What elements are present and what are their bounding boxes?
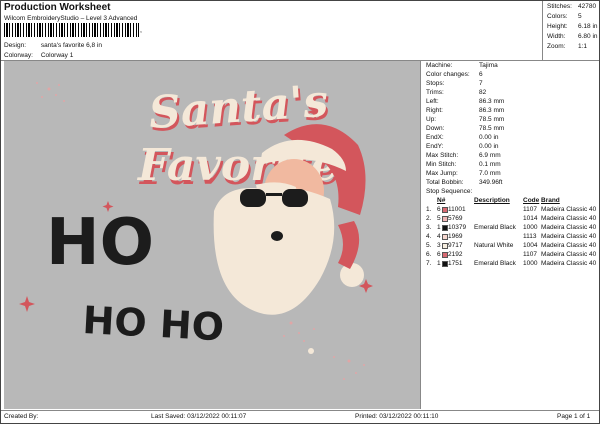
stitch-count: 2192 xyxy=(448,251,463,258)
thread-description: Emerald Black xyxy=(474,224,516,231)
thread-color-swatch xyxy=(442,243,448,249)
thread-color-swatch xyxy=(442,207,448,213)
info-total-bobbin: Total Bobbin: 349.96ft xyxy=(426,179,503,186)
thread-code: 1000 xyxy=(523,224,538,231)
stop-index: 7. xyxy=(426,260,432,267)
needle-number: 1 xyxy=(437,224,441,231)
design-stats: Stitches: 42780 Colors: 5 Height: 6.18 in W… xyxy=(542,1,600,60)
stop-index: 5. xyxy=(426,242,432,249)
stitch-count: 11001 xyxy=(448,206,466,213)
thread-brand: Madeira Classic 40 xyxy=(541,233,597,240)
stitch-count: 10379 xyxy=(448,224,467,231)
stop-index: 2. xyxy=(426,215,432,222)
barcode xyxy=(4,23,139,37)
ho-big: HO xyxy=(46,206,154,280)
thread-code: 1000 xyxy=(523,260,538,267)
stop-index: 4. xyxy=(426,233,432,240)
last-saved: Last Saved: 03/12/2022 00:11:07 xyxy=(151,413,247,420)
col-description: Description xyxy=(474,197,510,204)
thread-description: Emerald Black xyxy=(474,260,516,267)
thread-brand: Madeira Classic 40 xyxy=(541,251,597,258)
needle-number: 6 xyxy=(437,251,441,258)
col-brand: Brand xyxy=(541,197,560,204)
thread-brand: Madeira Classic 40 xyxy=(541,260,597,267)
thread-color-swatch xyxy=(442,225,448,231)
info-down: Down: 78.5 mm xyxy=(426,125,505,132)
design-row: Design: santa's favorite 6,8 in xyxy=(4,42,102,49)
worksheet-title: Production Worksheet xyxy=(4,2,111,13)
barcode-suffix: , xyxy=(140,27,142,34)
info-max-stitch: Max Stitch: 6.9 mm xyxy=(426,152,501,159)
design-label: Design: xyxy=(4,42,27,49)
embroidery-design: Santa's Santa's Favorite Favorite HO HO … xyxy=(19,76,373,380)
stop-index: 1. xyxy=(426,206,432,213)
stat-colors: Colors: 5 xyxy=(547,13,582,20)
info-max-jump: Max Jump: 7.0 mm xyxy=(426,170,501,177)
info-color-changes: Color changes: 6 xyxy=(426,71,483,78)
thread-code: 1107 xyxy=(523,206,537,213)
stop-row: 7. 1 1751 Emerald Black 1000 Madeira Classic … xyxy=(422,260,600,269)
software-name: Wilcom EmbroideryStudio – Level 3 Advanc… xyxy=(4,15,138,22)
thread-brand: Madeira Classic 40 xyxy=(541,206,597,213)
thread-code: 1014 xyxy=(523,215,538,222)
needle-number: 6 xyxy=(437,206,441,213)
printed-date: Printed: 03/12/2022 00:11:10 xyxy=(355,413,439,420)
info-endy: EndY: 0.00 in xyxy=(426,143,499,150)
info-trims: Trims: 82 xyxy=(426,89,487,96)
info-min-stitch: Min Stitch: 0.1 mm xyxy=(426,161,501,168)
ho-ho-small: HO HO xyxy=(82,298,226,349)
info-up: Up: 78.5 mm xyxy=(426,116,505,123)
production-worksheet: Production Worksheet Wilcom EmbroiderySt… xyxy=(0,0,600,424)
info-right: Right: 86.3 mm xyxy=(426,107,505,114)
needle-number: 3 xyxy=(437,242,441,249)
stitch-count: 1751 xyxy=(448,260,463,267)
stop-row: 3. 1 10379 Emerald Black 1000 Madeira Classic… xyxy=(422,224,600,233)
needle-number: 4 xyxy=(437,233,441,240)
col-n: N# xyxy=(437,197,446,204)
stop-row: 5. 3 9717 Natural White 1004 Madeira Classic … xyxy=(422,242,600,251)
ornament-dot xyxy=(308,348,314,354)
needle-number: 5 xyxy=(437,215,441,222)
page-number: Page 1 of 1 xyxy=(557,413,591,420)
col-code: Code xyxy=(523,197,540,204)
stop-index: 6. xyxy=(426,251,432,258)
stitch-count: 9717 xyxy=(448,242,463,249)
info-stops: Stops: 7 xyxy=(426,80,483,87)
info-endx: EndX: 0.00 in xyxy=(426,134,499,141)
created-by: Created By: xyxy=(4,413,39,420)
design-preview: Santa's Santa's Favorite Favorite HO HO … xyxy=(4,61,421,409)
thread-code: 1004 xyxy=(523,242,538,249)
design-name: santa's favorite 6,8 in xyxy=(40,42,103,49)
stop-sequence-title: Stop Sequence: xyxy=(426,188,473,195)
thread-color-swatch xyxy=(442,261,448,267)
thread-code: 1107 xyxy=(523,251,537,258)
thread-color-swatch xyxy=(442,252,448,258)
info-left: Left: 86.3 mm xyxy=(426,98,505,105)
stitch-count: 1969 xyxy=(448,233,463,240)
needle-number: 1 xyxy=(437,260,441,267)
thread-brand: Madeira Classic 40 xyxy=(541,215,597,222)
thread-color-swatch xyxy=(442,234,448,240)
stat-width: Width: 6.80 in xyxy=(547,33,598,40)
stop-row: 6. 6 2192 1107 Madeira Classic 40 xyxy=(422,251,600,260)
thread-code: 1113 xyxy=(523,233,537,240)
info-machine: Machine: Tajima xyxy=(426,62,498,69)
stop-index: 3. xyxy=(426,224,432,231)
thread-color-swatch xyxy=(442,216,448,222)
stat-stitches: Stitches: 42780 xyxy=(547,3,597,10)
thread-description: Natural White xyxy=(474,242,514,249)
colorway-name: Colorway 1 xyxy=(40,52,74,59)
stop-row: 1. 6 11001 1107 Madeira Classic 40 xyxy=(422,206,600,215)
stop-row: 4. 4 1969 1113 Madeira Classic 40 xyxy=(422,233,600,242)
stat-height: Height: 6.18 in xyxy=(547,23,598,30)
colorway-label: Colorway: xyxy=(4,52,33,59)
stitch-count: 5769 xyxy=(448,215,463,222)
footer-divider xyxy=(1,410,599,411)
colorway-row: Colorway: Colorway 1 xyxy=(4,52,73,59)
stat-zoom: Zoom: 1:1 xyxy=(547,43,588,50)
thread-brand: Madeira Classic 40 xyxy=(541,242,597,249)
stop-row: 2. 5 5769 1014 Madeira Classic 40 xyxy=(422,215,600,224)
thread-brand: Madeira Classic 40 xyxy=(541,224,597,231)
